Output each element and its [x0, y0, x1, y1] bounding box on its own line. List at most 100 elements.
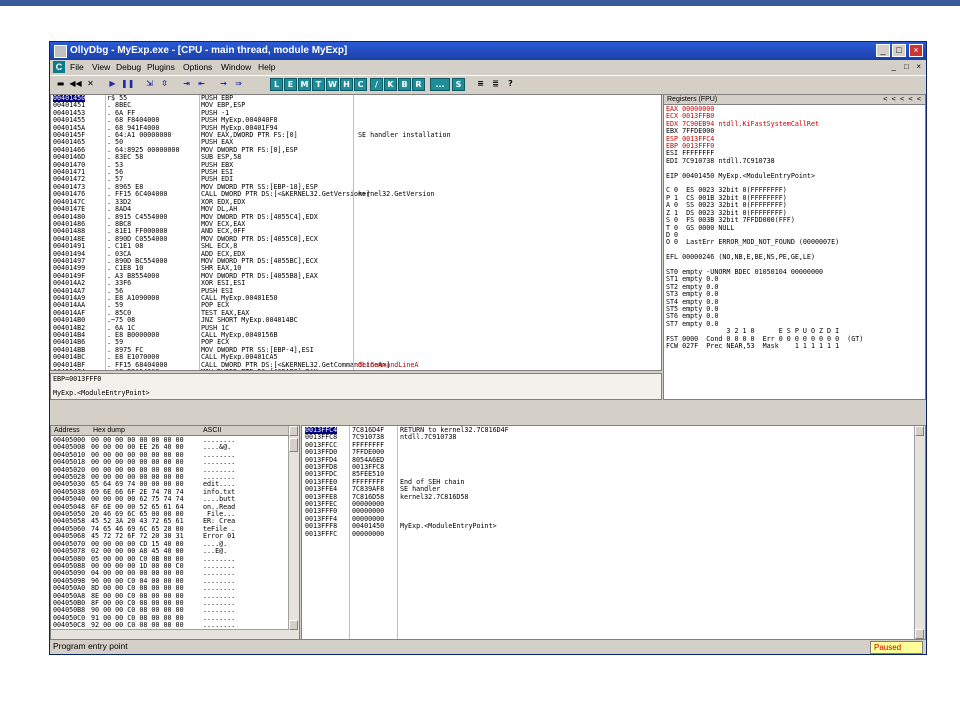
trace-into-icon[interactable]: ⇥	[180, 78, 193, 91]
status-paused-badge: Paused	[870, 641, 923, 654]
trace-over-icon[interactable]: ⇤	[195, 78, 208, 91]
dump-hscrollbar[interactable]	[51, 629, 289, 639]
references-window-button[interactable]: R	[412, 78, 425, 91]
scroll-down-arrow[interactable]	[915, 629, 924, 639]
disasm-comment-empty	[358, 325, 451, 332]
ollydbg-window: OllyDbg - MyExp.exe - [CPU - main thread…	[49, 41, 927, 655]
breakpoints-window-button[interactable]: B	[398, 78, 411, 91]
cpu-window-button[interactable]: C	[354, 78, 367, 91]
info-line-2: MyExp.<ModuleEntryPoint>	[53, 389, 150, 397]
options-icon[interactable]: ≣	[489, 78, 502, 91]
registers-title: Registers (FPU)	[667, 96, 718, 103]
handles-window-button[interactable]: H	[340, 78, 353, 91]
disasm-comment-empty	[358, 228, 451, 235]
menu-file[interactable]: File	[70, 62, 84, 72]
run-icon[interactable]: ▶	[106, 78, 119, 91]
disasm-comment-empty	[358, 110, 451, 117]
execute-till-return-icon[interactable]: →	[217, 78, 230, 91]
disasm-comment-empty	[358, 95, 451, 102]
disasm-comment-empty	[358, 347, 451, 354]
app-icon	[54, 45, 67, 58]
dump-col-address[interactable]: Address	[54, 426, 80, 435]
stack-comment	[400, 501, 509, 508]
dump-col-hex[interactable]: Hex dump	[93, 426, 125, 435]
open-icon[interactable]: ▬	[54, 78, 67, 91]
disasm-comment-empty	[358, 176, 451, 183]
mdi-restore-button[interactable]: □	[904, 62, 909, 71]
column-divider[interactable]	[397, 426, 398, 639]
disasm-hex-column: r$ 55. 8BEC. 6A FF. 68 F8404000. 68 941F…	[107, 95, 179, 370]
mdi-close-button[interactable]: ×	[916, 62, 921, 71]
window-title: OllyDbg - MyExp.exe - [CPU - main thread…	[70, 45, 348, 56]
scroll-thumb[interactable]	[289, 438, 298, 452]
disasm-comment-empty	[358, 117, 451, 124]
registers-pane[interactable]: Registers (FPU) < < < < < EAX 00000000 EC…	[663, 94, 926, 400]
disasm-comment-empty	[358, 339, 451, 346]
call-stack-window-button[interactable]: K	[384, 78, 397, 91]
menu-help[interactable]: Help	[258, 62, 275, 72]
memory-window-button[interactable]: M	[298, 78, 311, 91]
register-line[interactable]: T 0 GS 0000 NULL	[666, 224, 863, 232]
menu-window[interactable]: Window	[221, 62, 251, 72]
disasm-comment-empty	[358, 280, 451, 287]
register-line[interactable]: O 0 LastErr ERROR_MOD_NOT_FOUND (0000007…	[666, 238, 863, 246]
log-window-button[interactable]: L	[270, 78, 283, 91]
restart-icon[interactable]: ◀◀	[69, 78, 82, 91]
stack-scrollbar[interactable]	[914, 426, 925, 639]
maximize-button[interactable]: □	[892, 44, 906, 57]
column-divider[interactable]	[199, 95, 200, 370]
column-divider[interactable]	[353, 95, 354, 370]
disasm-comment-empty	[358, 317, 451, 324]
column-divider[interactable]	[349, 426, 350, 639]
disasm-comment-empty	[358, 295, 451, 302]
disasm-comment-empty	[358, 214, 451, 221]
disasm-address: 004014C4	[53, 368, 85, 370]
disasm-comment-empty	[358, 236, 451, 243]
register-line[interactable]: EDI 7C910738 ntdll.7C910738	[666, 157, 863, 165]
menu-debug[interactable]: Debug	[116, 62, 141, 72]
dump-scrollbar[interactable]	[288, 426, 299, 639]
cpu-window-icon[interactable]: C	[53, 61, 65, 73]
toolbar: ▬ ◀◀ ✕ ▶ ❚❚ ⇲ ⇳ ⇥ ⇤ → ⇒ L E M T W H C / …	[50, 75, 926, 95]
disasm-comment-empty	[358, 102, 451, 109]
minimize-button[interactable]: _	[876, 44, 890, 57]
title-bar[interactable]: OllyDbg - MyExp.exe - [CPU - main thread…	[50, 42, 926, 60]
disassembly-pane[interactable]: 00401450 00401451 00401453 00401455 0040145A…	[50, 94, 662, 371]
run-trace-window-button[interactable]: ...	[430, 78, 450, 91]
windows-window-button[interactable]: W	[326, 78, 339, 91]
stack-comment	[400, 531, 509, 538]
scroll-down-arrow[interactable]	[289, 620, 298, 630]
register-line[interactable]: EIP 00401450 MyExp.<ModuleEntryPoint>	[666, 172, 863, 180]
scroll-up-arrow[interactable]	[915, 426, 924, 436]
step-over-icon[interactable]: ⇳	[158, 78, 171, 91]
modules-window-button[interactable]: E	[284, 78, 297, 91]
disasm-comment: GetCommandLineA	[358, 360, 419, 369]
step-into-icon[interactable]: ⇲	[143, 78, 156, 91]
info-pane: EBP=0013FFF0 MyExp.<ModuleEntryPoint>	[50, 373, 662, 400]
patches-window-button[interactable]: /	[370, 78, 383, 91]
mdi-minimize-button[interactable]: _	[892, 62, 896, 71]
register-line[interactable]: EFL 00000246 (NO,NB,E,BE,NS,PE,GE,LE)	[666, 253, 863, 261]
close-button[interactable]: ×	[909, 44, 923, 57]
threads-window-button[interactable]: T	[312, 78, 325, 91]
disasm-comment-empty	[358, 258, 451, 265]
stack-comment-column: RETURN to kernel32.7C816D4F ntdll.7C91073…	[400, 426, 509, 538]
stack-pane[interactable]: 0013FFC4 0013FFC8 0013FFCC 0013FFD0 0013FFD4…	[301, 425, 926, 640]
dump-pane[interactable]: Address Hex dump ASCII 00405000 00405008 0…	[50, 425, 300, 640]
menu-view[interactable]: View	[92, 62, 110, 72]
goto-icon[interactable]: ⇒	[232, 78, 245, 91]
disasm-address-column: 00401450 00401451 00401453 00401455 0040145A…	[53, 95, 86, 370]
scroll-up-arrow[interactable]	[289, 426, 298, 436]
list-icon[interactable]: ≡	[474, 78, 487, 91]
menu-options[interactable]: Options	[183, 62, 212, 72]
dump-col-ascii[interactable]: ASCII	[203, 426, 221, 435]
column-divider[interactable]	[105, 95, 106, 370]
disasm-comment-empty	[358, 369, 451, 370]
registers-nav-arrows[interactable]: < < < < <	[883, 95, 921, 104]
pause-icon[interactable]: ❚❚	[121, 78, 134, 91]
help-icon[interactable]: ?	[504, 78, 517, 91]
menu-plugins[interactable]: Plugins	[147, 62, 175, 72]
close-program-icon[interactable]: ✕	[84, 78, 97, 91]
source-window-button[interactable]: S	[452, 78, 465, 91]
register-line[interactable]: FCW 027F Prec NEAR,53 Mask 1 1 1 1 1 1	[666, 342, 863, 350]
